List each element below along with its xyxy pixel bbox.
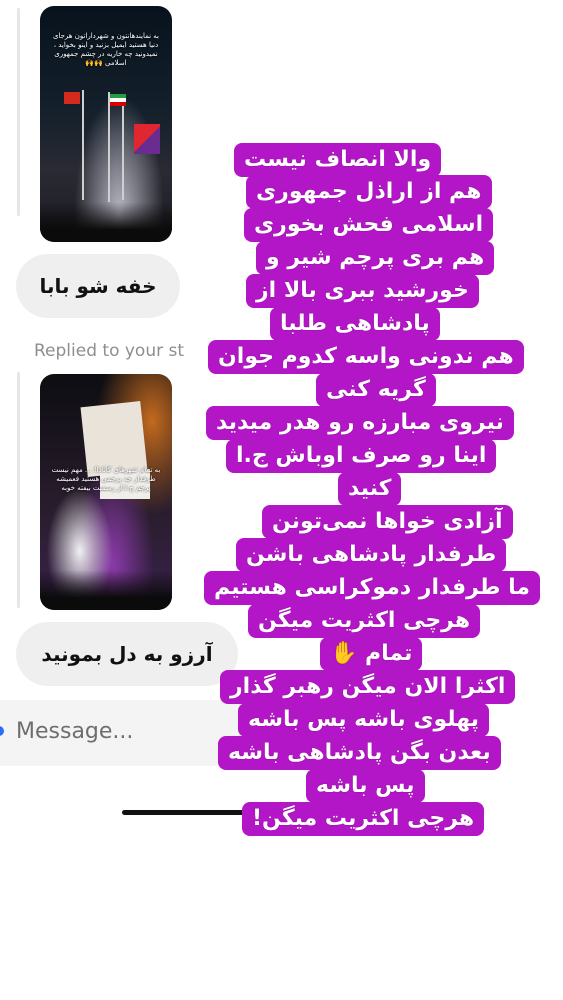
reply-thread-line (17, 8, 20, 216)
overlay-line: آزادی خواها نمی‌تونن (262, 505, 513, 539)
flag-canada (64, 92, 80, 104)
flag-other (134, 124, 160, 154)
story-caption: به نمایندهانتون و شهرداراتون هرجای دنیا … (52, 32, 160, 67)
story-caption: به تمام شهرهای کانادا! ... مهم نیست طرفد… (51, 466, 161, 492)
overlay-line: بعدن بگن پادشاهی باشه (218, 736, 501, 770)
camera-icon[interactable] (0, 726, 4, 736)
replied-to-story-label: Replied to your st (34, 341, 185, 361)
overlay-line: خورشید ببری بالا از (246, 274, 479, 308)
overlay-line: هم از اراذل جمهوری (246, 175, 492, 209)
flag-pole (122, 96, 124, 200)
message-bubble[interactable]: آرزو به دل بمونید (16, 622, 238, 686)
overlay-line: طرفدار پادشاهی باشن (236, 538, 507, 572)
overlay-line: پهلوی باشه پس باشه (238, 703, 490, 737)
overlay-line: نیروی مبارزه رو هدر میدید (206, 406, 514, 440)
story-thumbnail[interactable]: به تمام شهرهای کانادا! ... مهم نیست طرفد… (40, 374, 172, 610)
overlay-line: تمام ✋ (320, 637, 423, 671)
overlay-line: گریه کنی (316, 373, 436, 407)
overlay-line: هم ندونی واسه کدوم جوان (208, 340, 524, 374)
flag-pole (108, 92, 110, 202)
overlay-line: والا انصاف نیست (234, 143, 442, 177)
flag-iran-lion-sun (110, 94, 126, 106)
flag-pole (82, 90, 84, 200)
overlay-line: هرچی اکثریت میگن (248, 604, 481, 638)
overlay-line: هم بری پرچم شیر و (256, 241, 495, 275)
overlay-line: اسلامی فحش بخوری (244, 208, 494, 242)
crowd (40, 202, 172, 242)
overlay-line: پس باشه (306, 769, 425, 803)
reply-thread-line (17, 372, 20, 608)
message-bubble[interactable]: خفه شو بابا (16, 254, 180, 318)
story-thumbnail[interactable]: به نمایندهانتون و شهرداراتون هرجای دنیا … (40, 6, 172, 242)
overlay-line: هرچی اکثریت میگن! (242, 802, 485, 836)
message-text: خفه شو بابا (39, 274, 157, 298)
overlay-line: ما طرفدار دموکراسی هستیم (204, 571, 541, 605)
message-input[interactable]: Message... (16, 719, 133, 744)
overlay-line: اکثرا الان میگن رهبر گذار (220, 670, 516, 704)
crowd (40, 570, 172, 610)
overlay-line: پادشاهی طلبا (270, 307, 440, 341)
message-text: آرزو به دل بمونید (41, 642, 213, 666)
overlay-line: اینا رو صرف اوباش ج.ا (226, 439, 497, 473)
overlay-line: کنید (338, 472, 402, 506)
